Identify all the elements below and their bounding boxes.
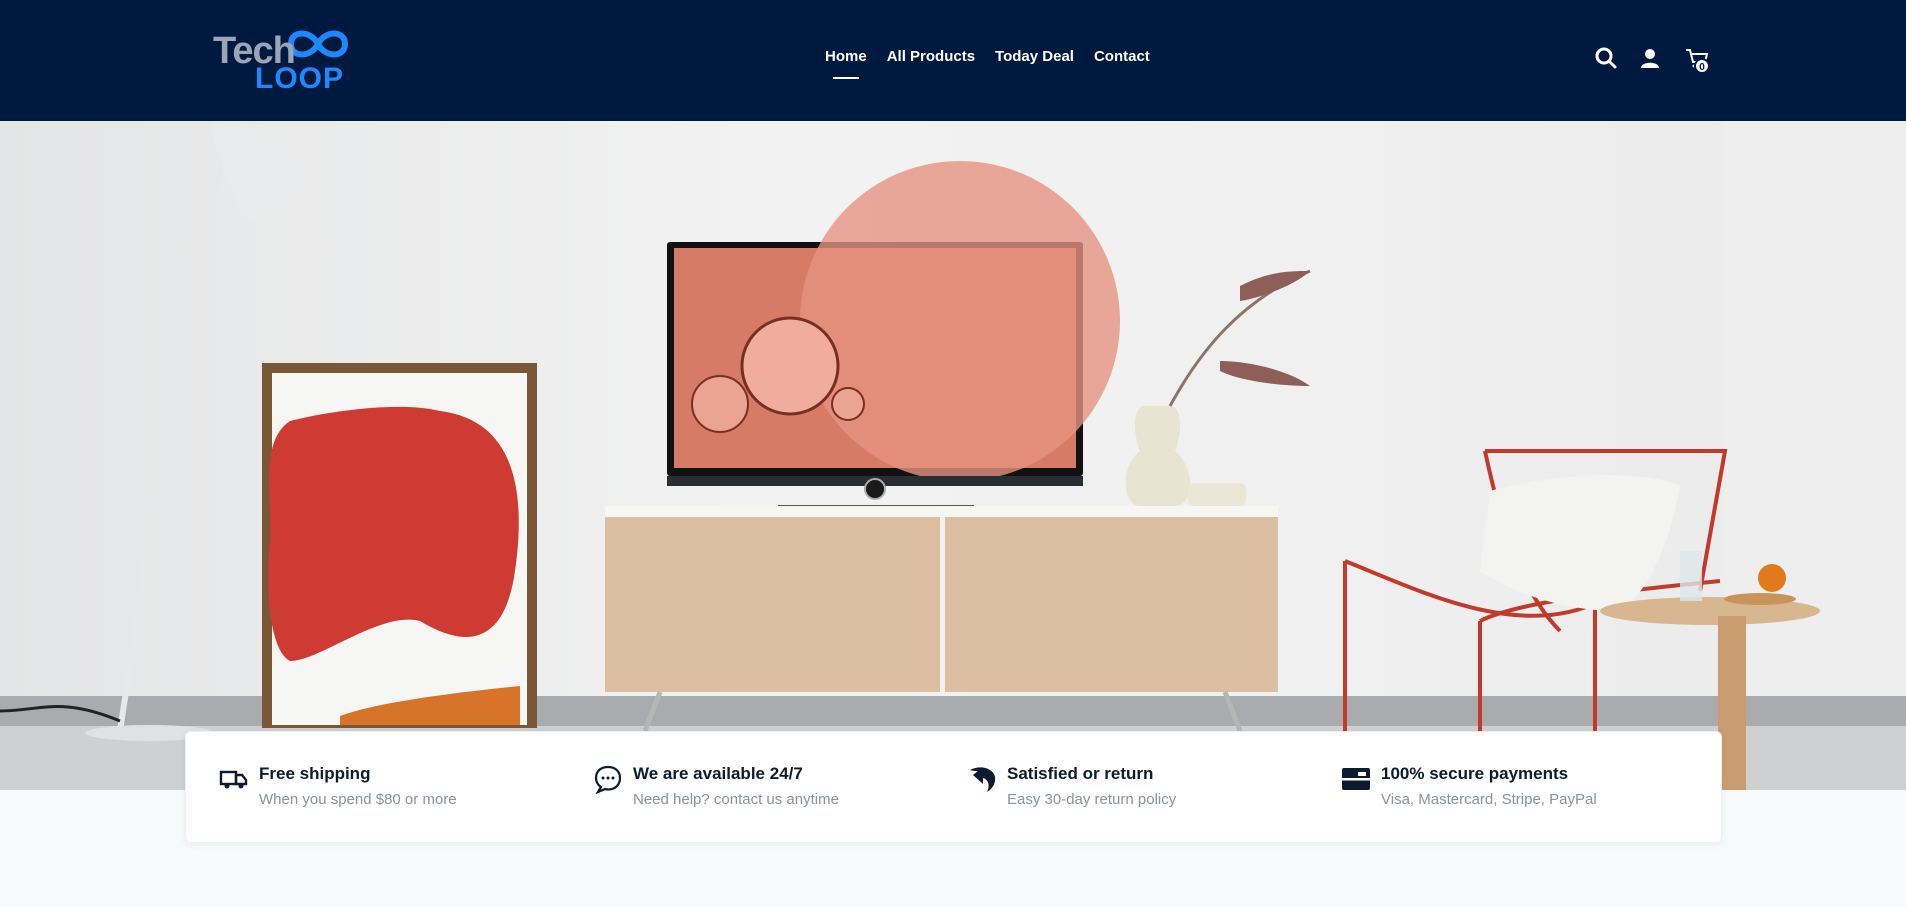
nav-contact[interactable]: Contact	[1094, 48, 1150, 65]
site-header: Tech LOOP Home All Products Today Deal C…	[0, 0, 1906, 121]
user-icon[interactable]	[1638, 46, 1662, 70]
feature-description: Visa, Mastercard, Stripe, PayPal	[1381, 791, 1597, 808]
feature-title: Free shipping	[259, 764, 371, 783]
vase-with-branch	[1125, 269, 1311, 506]
nav-today-deal[interactable]: Today Deal	[995, 48, 1074, 65]
features-bar: Free shipping When you spend $80 or more…	[185, 731, 1722, 843]
nav-home[interactable]: Home	[825, 48, 867, 79]
chair-cushion	[1480, 475, 1680, 611]
feature-item: Free shipping When you spend $80 or more	[219, 762, 579, 822]
hero-scene-illustration	[0, 121, 1820, 790]
logo-text-loop: LOOP	[255, 62, 345, 95]
chat-icon	[593, 764, 623, 795]
cart-count-badge: 0	[1694, 58, 1710, 74]
feature-title: 100% secure payments	[1381, 764, 1569, 783]
feature-description: When you spend $80 or more	[259, 791, 457, 808]
search-icon[interactable]	[1594, 46, 1618, 70]
nav-all-products[interactable]: All Products	[887, 48, 975, 65]
feature-item: 100% secure payments Visa, Mastercard, S…	[1341, 762, 1701, 822]
truck-icon	[219, 764, 249, 794]
floor-lamp	[0, 121, 300, 741]
return-icon	[967, 764, 997, 794]
feature-description: Need help? contact us anytime	[633, 791, 839, 808]
feature-description: Easy 30-day return policy	[1007, 791, 1177, 808]
feature-title: Satisfied or return	[1007, 764, 1154, 783]
tv-console	[605, 506, 1278, 732]
framed-art	[262, 363, 537, 728]
television	[667, 161, 1120, 509]
hero-banner	[0, 121, 1906, 790]
main-nav: Home All Products Today Deal Contact	[825, 48, 1170, 79]
techloop-logo[interactable]: Tech LOOP	[213, 24, 353, 96]
feature-item: Satisfied or return Easy 30-day return p…	[967, 762, 1327, 822]
feature-title: We are available 24/7	[633, 764, 803, 783]
card-icon	[1341, 764, 1371, 794]
feature-item: We are available 24/7 Need help? contact…	[593, 762, 953, 822]
